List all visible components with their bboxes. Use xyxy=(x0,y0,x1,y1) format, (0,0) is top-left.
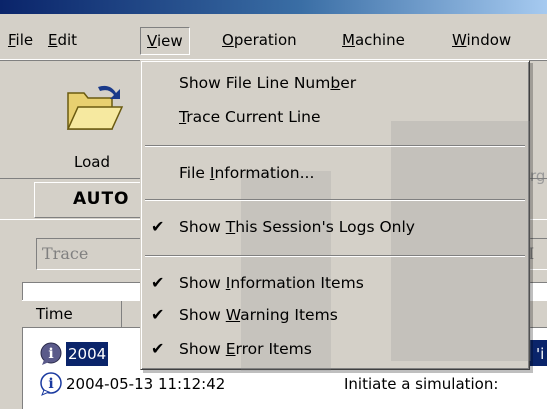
menu-separator xyxy=(145,199,525,201)
menu-item-label: File xyxy=(179,164,210,182)
check-icon: ✔ xyxy=(151,217,165,236)
menu-window-mnemonic: W xyxy=(452,31,467,49)
menu-file-label: ile xyxy=(15,31,34,49)
menu-item-label: arning Items xyxy=(240,306,338,324)
load-button[interactable]: Load xyxy=(50,75,140,171)
menu-item-show-file-line-number[interactable]: Show File Line Number xyxy=(143,69,527,97)
menu-item-label: race Current Line xyxy=(186,108,321,126)
menu-machine[interactable]: Machine xyxy=(336,27,411,55)
menu-item-label: Show xyxy=(179,340,226,358)
svg-text:i: i xyxy=(48,346,53,362)
menu-item-mnemonic: E xyxy=(225,340,236,358)
menu-item-show-warning-items[interactable]: ✔ Show Warning Items xyxy=(143,301,527,329)
menu-file[interactable]: File xyxy=(2,27,39,55)
svg-text:i: i xyxy=(48,376,53,392)
row-time: 2004-05-13 11:12:42 xyxy=(66,375,226,393)
menu-item-label: his Session's Logs Only xyxy=(235,218,415,236)
menu-item-mnemonic: T xyxy=(225,218,236,236)
view-menu-dropdown: Show File Line Number Trace Current Line… xyxy=(140,60,531,371)
info-icon: i xyxy=(40,342,62,365)
load-label: Load xyxy=(74,153,110,171)
menu-item-label: Show xyxy=(179,274,226,292)
menu-window-label: indow xyxy=(466,31,512,49)
menu-view-label: iew xyxy=(156,32,183,50)
menu-item-show-error-items[interactable]: ✔ Show Error Items xyxy=(143,335,527,363)
row-message: Initiate a simulation: xyxy=(344,375,499,393)
menu-view[interactable]: View xyxy=(140,27,190,55)
menu-separator xyxy=(145,145,525,147)
menu-item-label: nformation Items xyxy=(230,274,364,292)
menu-item-label: Show xyxy=(179,218,226,236)
menu-machine-label: achine xyxy=(354,31,405,49)
menu-item-label: Show xyxy=(179,306,226,324)
menu-item-label: er xyxy=(340,74,357,92)
menu-item-mnemonic: W xyxy=(225,306,241,324)
check-icon: ✔ xyxy=(151,273,165,292)
menu-item-file-information[interactable]: File Information... xyxy=(143,159,527,187)
menu-edit[interactable]: Edit xyxy=(42,27,83,55)
menu-item-show-information-items[interactable]: ✔ Show Information Items xyxy=(143,269,527,297)
menu-machine-mnemonic: M xyxy=(342,31,355,49)
menu-item-label: nformation... xyxy=(214,164,315,182)
menu-item-label: rror Items xyxy=(235,340,312,358)
table-row[interactable]: i 2004-05-13 11:12:42 Initiate a simulat… xyxy=(26,370,547,398)
menu-view-mnemonic: V xyxy=(147,32,157,50)
check-icon: ✔ xyxy=(151,339,165,358)
menu-item-label: Show File Line Num xyxy=(179,74,331,92)
row-time: 2004 xyxy=(66,342,109,366)
menu-file-mnemonic: F xyxy=(8,31,16,49)
menu-operation-label: peration xyxy=(233,31,297,49)
menu-item-trace-current-line[interactable]: Trace Current Line xyxy=(143,103,527,131)
menu-operation[interactable]: Operation xyxy=(216,27,303,55)
menu-item-mnemonic: b xyxy=(330,74,341,92)
info-icon: i xyxy=(40,372,62,396)
menu-item-show-session-logs[interactable]: ✔ Show This Session's Logs Only xyxy=(143,213,527,241)
title-bar xyxy=(0,0,547,14)
menu-separator xyxy=(145,255,525,257)
menu-window[interactable]: Window xyxy=(446,27,517,55)
mode-button[interactable]: AUTO xyxy=(34,182,154,218)
row-message: 'i xyxy=(536,345,545,363)
column-time[interactable]: Time xyxy=(22,301,122,328)
check-icon: ✔ xyxy=(151,305,165,324)
open-folder-icon xyxy=(66,85,124,130)
menu-operation-mnemonic: O xyxy=(222,31,234,49)
menu-edit-label: dit xyxy=(57,31,78,49)
menu-bar: File Edit View Operation Machine Window xyxy=(0,14,547,60)
